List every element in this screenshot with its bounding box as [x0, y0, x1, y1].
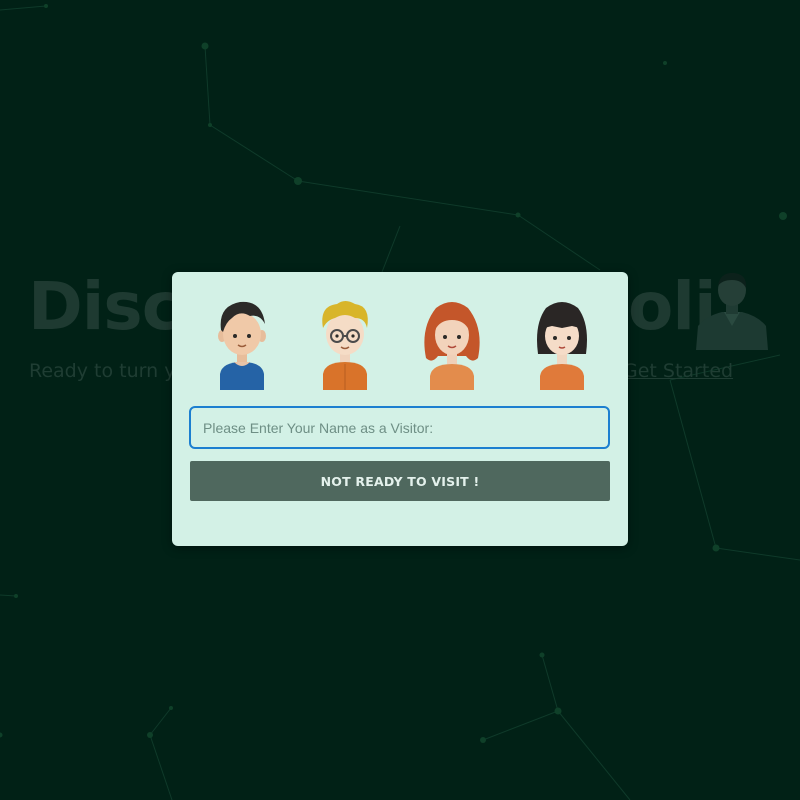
girl-redhair-avatar[interactable] — [422, 298, 482, 390]
avatar-row — [172, 298, 628, 390]
boy-glasses-avatar[interactable] — [315, 298, 375, 390]
get-started-link[interactable]: Get Started — [623, 360, 733, 382]
hero-title-left: Disc — [28, 268, 181, 345]
boy-avatar[interactable] — [212, 298, 272, 390]
not-ready-button[interactable]: NOT READY TO VISIT ! — [190, 461, 610, 501]
visitor-name-input[interactable] — [189, 406, 610, 449]
visitor-modal: NOT READY TO VISIT ! — [172, 272, 628, 546]
hero-subtitle: Ready to turn yo — [29, 360, 188, 382]
girl-bob-avatar[interactable] — [532, 298, 592, 390]
profile-photo — [696, 272, 768, 350]
